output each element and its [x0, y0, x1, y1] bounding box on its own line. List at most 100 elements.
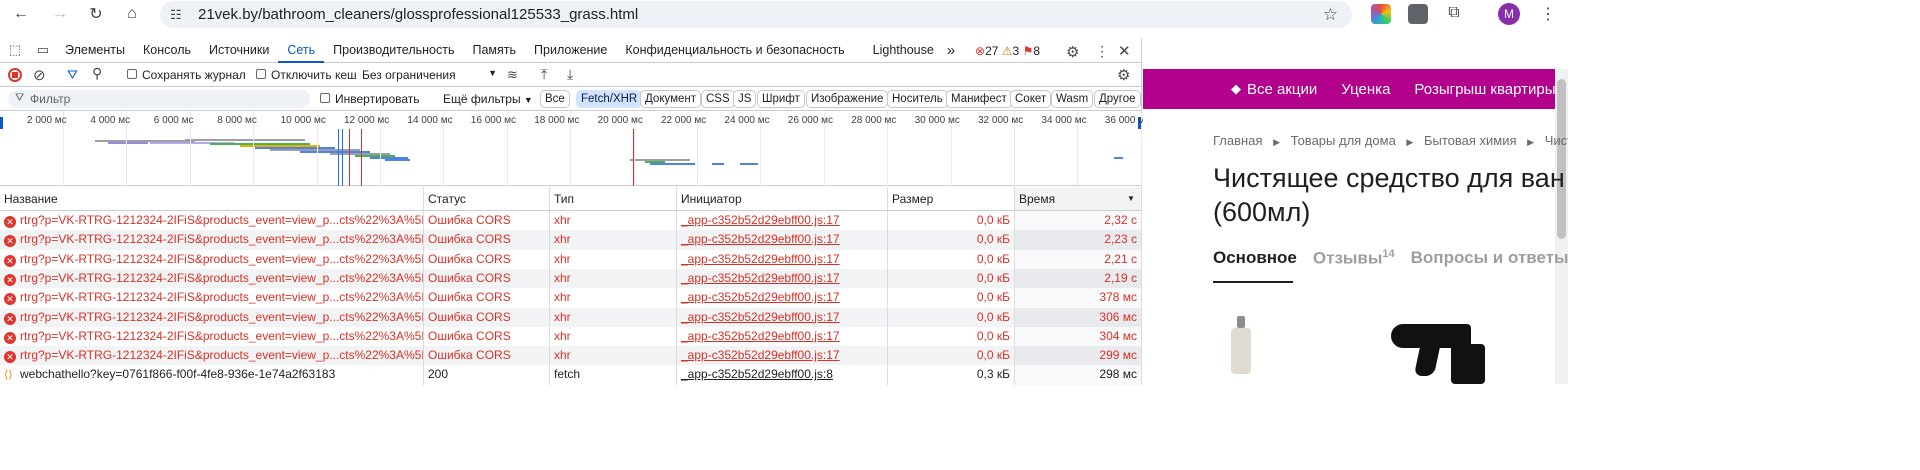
timeline-selection-left-handle[interactable]	[0, 117, 3, 129]
promo-link-discount[interactable]: Уценка	[1341, 81, 1390, 98]
product-main-image[interactable]	[1391, 316, 1491, 384]
close-icon[interactable]: ✕	[1118, 42, 1131, 60]
clear-icon[interactable]: ⊘	[33, 66, 46, 84]
cell-time: 299 мс	[1015, 346, 1142, 366]
table-row[interactable]: ⟨⟩ webchathello?key=0761f866-f00f-4fe8-93…	[0, 365, 1142, 385]
tab-console[interactable]: Консоль	[134, 38, 200, 63]
back-icon[interactable]: ←	[6, 0, 36, 28]
initiator-link[interactable]: _app-c352b52d29ebff00.js:17	[681, 310, 840, 324]
devtools-menu-icon[interactable]: ⋮	[1095, 43, 1109, 60]
bookmark-star-icon[interactable]: ☆	[1323, 5, 1338, 25]
cell-text: rtrg?p=VK-RTRG-1212324-2IFiS&products_ev…	[20, 270, 424, 285]
extension-icon-2[interactable]	[1408, 4, 1428, 24]
initiator-link[interactable]: _app-c352b52d29ebff00.js:17	[681, 271, 840, 285]
tab-main[interactable]: Основное	[1213, 248, 1297, 269]
tab-performance[interactable]: Производительность	[324, 38, 463, 63]
site-info-icon[interactable]: ☷	[170, 7, 186, 23]
product-thumbnail-image[interactable]	[1228, 316, 1254, 376]
forward-icon[interactable]: →	[45, 0, 75, 28]
initiator-link[interactable]: _app-c352b52d29ebff00.js:8	[681, 367, 833, 381]
tab-sources[interactable]: Источники	[200, 38, 278, 63]
breadcrumb-household-chemicals[interactable]: Бытовая химия	[1424, 133, 1517, 148]
extensions-puzzle-icon[interactable]: ⧉	[1444, 4, 1464, 24]
promo-link-all-sales[interactable]: Все акции	[1247, 81, 1317, 98]
cell-text: 0,3 кБ	[976, 367, 1010, 382]
table-row[interactable]: ✕ rtrg?p=VK-RTRG-1212324-2IFiS&products_e…	[0, 249, 1142, 269]
invert-checkbox[interactable]: Инвертировать	[320, 92, 420, 106]
table-row[interactable]: ✕ rtrg?p=VK-RTRG-1212324-2IFiS&products_e…	[0, 346, 1142, 366]
chip-socket[interactable]: Сокет	[1010, 90, 1052, 108]
disable-cache-checkbox[interactable]: Отключить кеш	[256, 68, 357, 82]
column-initiator[interactable]: Инициатор	[677, 187, 888, 210]
chevron-down-icon: ▼	[523, 95, 533, 105]
chip-wasm[interactable]: Wasm	[1051, 90, 1094, 108]
column-name[interactable]: Название	[0, 187, 424, 210]
preserve-log-checkbox[interactable]: Сохранять журнал	[127, 68, 246, 82]
initiator-link[interactable]: _app-c352b52d29ebff00.js:17	[681, 252, 840, 266]
table-row[interactable]: ✕ rtrg?p=VK-RTRG-1212324-2IFiS&products_e…	[0, 268, 1142, 289]
reload-icon[interactable]: ↻	[81, 0, 111, 28]
breadcrumb-home-goods[interactable]: Товары для дома	[1291, 133, 1396, 148]
table-row[interactable]: ✕ rtrg?p=VK-RTRG-1212324-2IFiS&products_e…	[0, 307, 1142, 327]
initiator-link[interactable]: _app-c352b52d29ebff00.js:17	[681, 232, 840, 246]
avatar[interactable]: M	[1498, 3, 1520, 25]
more-tabs-icon[interactable]: »	[943, 38, 959, 63]
initiator-link[interactable]: _app-c352b52d29ebff00.js:17	[681, 329, 840, 343]
throttling-select[interactable]: Без ограничения ▼	[362, 68, 497, 82]
tab-reviews[interactable]: Отзывы14	[1313, 248, 1395, 269]
network-overview-timeline[interactable]: 2 000 мс 4 000 мс 6 000 мс 8 000 мс 10 000 м…	[0, 111, 1150, 186]
reviews-count: 14	[1382, 248, 1395, 260]
error-count-badge[interactable]: ⊗27 ⚠3 ⚑8	[975, 44, 1040, 58]
table-row[interactable]: ✕ rtrg?p=VK-RTRG-1212324-2IFiS&products_e…	[0, 326, 1142, 347]
chip-image[interactable]: Изображение	[806, 90, 889, 108]
initiator-link[interactable]: _app-c352b52d29ebff00.js:17	[681, 213, 840, 227]
chip-font[interactable]: Шрифт	[757, 90, 805, 108]
network-settings-icon[interactable]: ⚙	[1117, 66, 1130, 84]
chevron-down-icon: ▼	[488, 68, 497, 78]
device-toolbar-icon[interactable]: ▭	[30, 42, 56, 58]
table-row[interactable]: ✕ rtrg?p=VK-RTRG-1212324-2IFiS&products_e…	[0, 211, 1142, 231]
chip-fetch-xhr[interactable]: Fetch/XHR	[576, 90, 643, 108]
search-icon[interactable]: ⚲	[92, 65, 102, 82]
more-filters-dropdown[interactable]: Ещё фильтры ▼	[443, 92, 533, 106]
column-time[interactable]: Время	[1015, 187, 1142, 210]
filter-input[interactable]: Фильтр	[8, 90, 310, 108]
chip-media[interactable]: Носитель	[887, 90, 948, 108]
column-status[interactable]: Статус	[424, 187, 550, 210]
address-bar[interactable]: ☷ 21vek.by/bathroom_cleaners/glossprofes…	[160, 1, 1352, 28]
chip-document[interactable]: Документ	[640, 90, 702, 108]
page-title-line1: Чистящее средство для ван	[1213, 163, 1565, 193]
record-stop-icon[interactable]	[8, 68, 22, 82]
column-size[interactable]: Размер	[888, 187, 1015, 210]
initiator-link[interactable]: _app-c352b52d29ebff00.js:17	[681, 348, 840, 362]
home-icon[interactable]: ⌂	[117, 0, 147, 28]
column-type[interactable]: Тип	[550, 187, 677, 210]
chip-other[interactable]: Другое	[1094, 90, 1141, 108]
tab-network[interactable]: Сеть	[278, 38, 324, 63]
chip-js[interactable]: JS	[733, 90, 757, 108]
chip-all[interactable]: Все	[540, 90, 570, 108]
table-row[interactable]: ✕ rtrg?p=VK-RTRG-1212324-2IFiS&products_e…	[0, 230, 1142, 250]
table-row[interactable]: ✕ rtrg?p=VK-RTRG-1212324-2IFiS&products_e…	[0, 288, 1142, 308]
export-har-icon[interactable]: ⤓	[567, 66, 573, 83]
settings-gear-icon[interactable]: ⚙	[1066, 43, 1079, 61]
tab-elements[interactable]: Элементы	[56, 38, 134, 63]
cell-type: xhr	[550, 268, 677, 289]
tab-privacy-security[interactable]: Конфиденциальность и безопасность	[616, 38, 853, 63]
breadcrumb-cleaning[interactable]: Чистя	[1545, 133, 1568, 148]
network-conditions-icon[interactable]: ≋	[507, 67, 518, 83]
browser-menu-icon[interactable]: ⋮	[1540, 4, 1556, 24]
tab-memory[interactable]: Память	[464, 38, 526, 63]
tab-lighthouse[interactable]: Lighthouse	[864, 38, 943, 63]
tab-questions[interactable]: Вопросы и ответы	[1411, 248, 1568, 269]
chip-manifest[interactable]: Манифест	[946, 90, 1012, 108]
inspect-element-icon[interactable]: ⬚	[0, 42, 30, 58]
chip-css[interactable]: CSS	[701, 90, 735, 108]
extension-icon-1[interactable]	[1371, 4, 1391, 24]
promo-link-lottery[interactable]: Розыгрыш квартиры	[1414, 81, 1555, 98]
tab-application[interactable]: Приложение	[525, 38, 616, 63]
filter-icon[interactable]: ⛛	[67, 67, 78, 83]
breadcrumb-home[interactable]: Главная	[1213, 133, 1262, 148]
initiator-link[interactable]: _app-c352b52d29ebff00.js:17	[681, 290, 840, 304]
import-har-icon[interactable]: ⤒	[541, 66, 547, 83]
